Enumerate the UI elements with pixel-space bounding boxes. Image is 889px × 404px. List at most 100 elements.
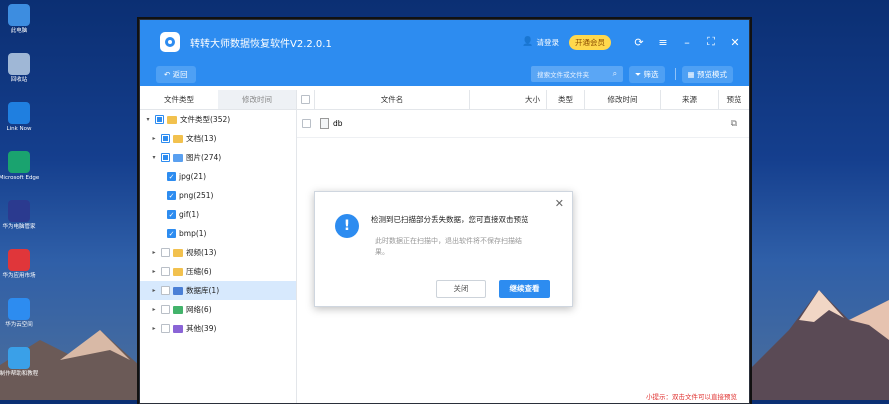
expand-arrow-icon[interactable]: ▸ [150,268,158,275]
tree-item[interactable]: ▾ 文件类型(352) [140,110,296,129]
info-icon: ! [335,214,359,238]
scan-dialog: ! ✕ 检测到已扫描部分丢失数据，您可直接双击预览 此时数据正在扫描中，退出软件… [314,191,573,307]
vip-button[interactable]: 开通会员 [569,34,611,50]
window-title: 转转大师数据恢复软件V2.2.0.1 [190,38,332,50]
dialog-message: 检测到已扫描部分丢失数据，您可直接双击预览 [371,215,529,224]
tree-item[interactable]: ✓ bmp(1) [140,224,296,243]
tree-checkbox[interactable] [161,153,170,162]
tree-item[interactable]: ▾ 图片(274) [140,148,296,167]
tree-item[interactable]: ▸ 压缩(6) [140,262,296,281]
tree-item[interactable]: ✓ png(251) [140,186,296,205]
tab-file-type[interactable]: 文件类型 [140,90,218,109]
col-type[interactable]: 类型 [547,89,585,110]
desktop-icon[interactable]: 此电脑 [0,0,38,45]
col-modified[interactable]: 修改时间 [585,89,661,110]
select-all-checkbox[interactable] [301,94,310,104]
row-checkbox[interactable] [302,119,311,128]
close-icon[interactable]: ✕ [729,36,741,49]
tree-checkbox[interactable]: ✓ [167,229,176,238]
tree-item-label: bmp(1) [179,229,207,238]
preview-mode-button[interactable]: ▦ 预览模式 [681,65,733,83]
preview-icon[interactable]: ⧉ [731,119,737,129]
col-name[interactable]: 文件名 [315,89,470,110]
folder-icon [173,134,183,143]
col-source[interactable]: 来源 [661,89,719,110]
filter-button[interactable]: ⏷ 筛选 [629,65,665,83]
maximize-icon[interactable]: ⛶ [705,35,717,49]
desktop-icon[interactable]: Microsoft Edge [0,147,40,192]
expand-arrow-icon[interactable]: ▸ [150,306,158,313]
expand-arrow-icon[interactable]: ▸ [150,287,158,294]
tree-item-label: 文件类型(352) [180,115,231,124]
continue-view-button[interactable]: 继续查看 [499,280,550,298]
app-icon [8,298,30,320]
col-size[interactable]: 大小 [470,89,547,110]
desktop-icons: 此电脑回收站 Link Now Microsoft Edge 华为电脑管家华为应用市场… [0,0,40,392]
expand-arrow-icon[interactable]: ▸ [150,249,158,256]
desktop-icon[interactable]: 华为电脑管家 [0,196,38,241]
tree-item-label: 数据库(1) [186,286,220,295]
app-icon [8,200,30,222]
refresh-icon[interactable]: ⟳ [633,36,645,49]
tree-item[interactable]: ✓ gif(1) [140,205,296,224]
search-placeholder: 搜索文件或文件夹 [537,71,590,79]
desktop-icon[interactable]: 制作帮助和教程 [0,343,38,388]
app-logo-icon [160,32,180,52]
tree-checkbox[interactable] [161,267,170,276]
back-button[interactable]: ↶ 返回 [156,65,196,83]
toolbar: ↶ 返回 搜索文件或文件夹 ⌕ ⏷ 筛选 ▦ 预览模式 [140,62,749,86]
expand-arrow-icon[interactable]: ▾ [144,116,152,123]
search-input[interactable]: 搜索文件或文件夹 ⌕ [531,66,624,82]
desktop-icon-label: 回收站 [10,77,28,83]
tab-modified-time[interactable]: 修改时间 [218,90,296,109]
desktop-icon[interactable]: Link Now [0,98,38,143]
toolbar-divider [674,68,676,80]
app-icon [8,151,30,173]
tree-item-label: 图片(274) [186,153,222,162]
select-all-cell [297,89,315,110]
sidebar-tabs: 文件类型 修改时间 [140,90,296,110]
search-icon[interactable]: ⌕ [613,69,617,79]
tree-checkbox[interactable]: ✓ [167,191,176,200]
desktop-icon-label: 华为云空间 [5,322,33,328]
tree-item[interactable]: ▸ 视频(13) [140,243,296,262]
app-icon [8,102,30,124]
close-button[interactable]: 关闭 [436,280,486,298]
desktop-icon[interactable]: 回收站 [0,49,38,94]
login-button[interactable]: 👤 请登录 [522,37,559,48]
menu-icon[interactable]: ≡ [657,36,669,49]
expand-arrow-icon[interactable]: ▸ [150,135,158,142]
tree-item[interactable]: ▸ 文档(13) [140,129,296,148]
tree-checkbox[interactable] [161,324,170,333]
tree-checkbox[interactable] [161,305,170,314]
table-row[interactable]: db ⧉ [297,110,749,138]
table-header: 文件名 大小 类型 修改时间 来源 预览 [297,89,749,110]
preview-mode-label: 预览模式 [697,69,727,79]
tree-item-label: 压缩(6) [186,267,212,276]
tree-item-label: jpg(21) [179,172,207,181]
desktop-icon[interactable]: 华为云空间 [0,294,38,339]
tree-checkbox[interactable]: ✓ [167,210,176,219]
tree-checkbox[interactable] [161,248,170,257]
dialog-close-icon[interactable]: ✕ [555,197,564,210]
desktop-icon-label: Microsoft Edge [0,175,40,181]
expand-arrow-icon[interactable]: ▸ [150,325,158,332]
tree-item-label: png(251) [179,191,214,200]
filter-label: 筛选 [643,69,659,79]
col-preview[interactable]: 预览 [719,90,749,110]
tree-item[interactable]: ✓ jpg(21) [140,167,296,186]
tree-checkbox[interactable] [161,134,170,143]
tree-checkbox[interactable]: ✓ [167,172,176,181]
tree-checkbox[interactable] [161,286,170,295]
minimize-icon[interactable]: – [681,36,693,49]
folder-icon [173,324,183,333]
tree-item[interactable]: ▸ 数据库(1) [140,281,296,300]
tree-checkbox[interactable] [155,115,164,124]
desktop-icon[interactable]: 华为应用市场 [0,245,38,290]
folder-icon [173,248,183,257]
tree-item[interactable]: ▸ 其他(39) [140,319,296,338]
desktop-icon-label: 华为电脑管家 [2,224,36,230]
app-icon [8,53,30,75]
expand-arrow-icon[interactable]: ▾ [150,154,158,161]
tree-item[interactable]: ▸ 网络(6) [140,300,296,319]
